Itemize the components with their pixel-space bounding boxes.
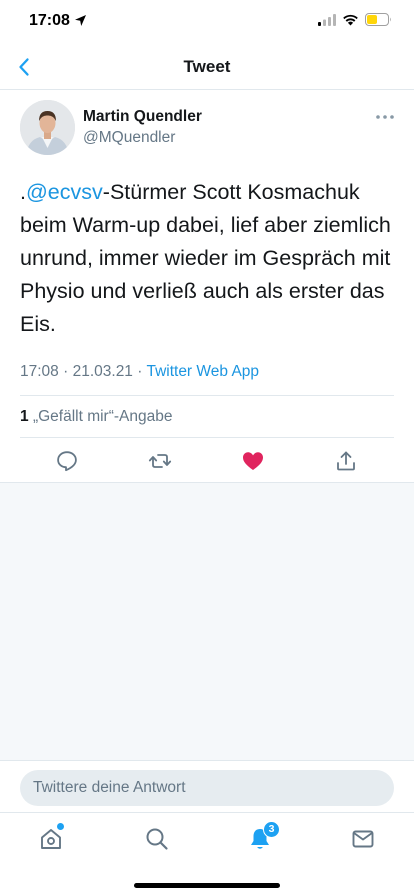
page-title: Tweet (183, 57, 231, 76)
notifications-badge: 3 (263, 821, 280, 838)
tweet-meta: 17:08 · 21.03.21 · Twitter Web App (20, 363, 259, 381)
like-icon[interactable] (241, 449, 265, 473)
author-handle[interactable]: @MQuendler (83, 129, 175, 147)
back-chevron-icon[interactable] (12, 54, 38, 80)
more-options-icon[interactable] (374, 110, 396, 124)
battery-icon (365, 13, 391, 26)
reply-bar (0, 760, 414, 812)
avatar[interactable] (20, 100, 75, 155)
tweet-text: .@ecvsv-Stürmer Scott Kosmachuk beim War… (20, 176, 400, 341)
home-unread-dot (57, 823, 64, 830)
retweet-icon[interactable] (148, 449, 172, 473)
meta-separator: · (63, 363, 69, 380)
divider (20, 437, 394, 438)
mention-link[interactable]: @ecvsv (26, 180, 103, 204)
tweet-date: 21.03.21 (72, 363, 133, 380)
reply-input[interactable] (20, 770, 394, 806)
messages-icon[interactable] (350, 826, 376, 852)
status-bar: 17:08 (0, 0, 414, 44)
tweet-source-link[interactable]: Twitter Web App (146, 363, 259, 380)
status-time: 17:08 (29, 12, 70, 29)
wifi-icon (343, 14, 358, 26)
like-count: 1 (20, 408, 29, 425)
like-label: „Gefällt mir“-Angabe (32, 408, 173, 425)
meta-separator: · (137, 363, 143, 380)
tweet-time: 17:08 (20, 363, 59, 380)
cellular-signal-icon (318, 14, 336, 26)
likes-summary[interactable]: 1 „Gefällt mir“-Angabe (20, 408, 172, 426)
search-icon[interactable] (144, 826, 170, 852)
navigation-bar: Tweet (0, 44, 414, 90)
share-icon[interactable] (334, 449, 358, 473)
tab-bar: 3 (0, 812, 414, 896)
home-indicator (134, 883, 280, 888)
location-arrow-icon (75, 15, 86, 26)
reply-icon[interactable] (55, 449, 79, 473)
author-name[interactable]: Martin Quendler (83, 108, 202, 126)
avatar-photo (20, 100, 75, 155)
replies-area (0, 482, 414, 760)
divider (20, 395, 394, 396)
